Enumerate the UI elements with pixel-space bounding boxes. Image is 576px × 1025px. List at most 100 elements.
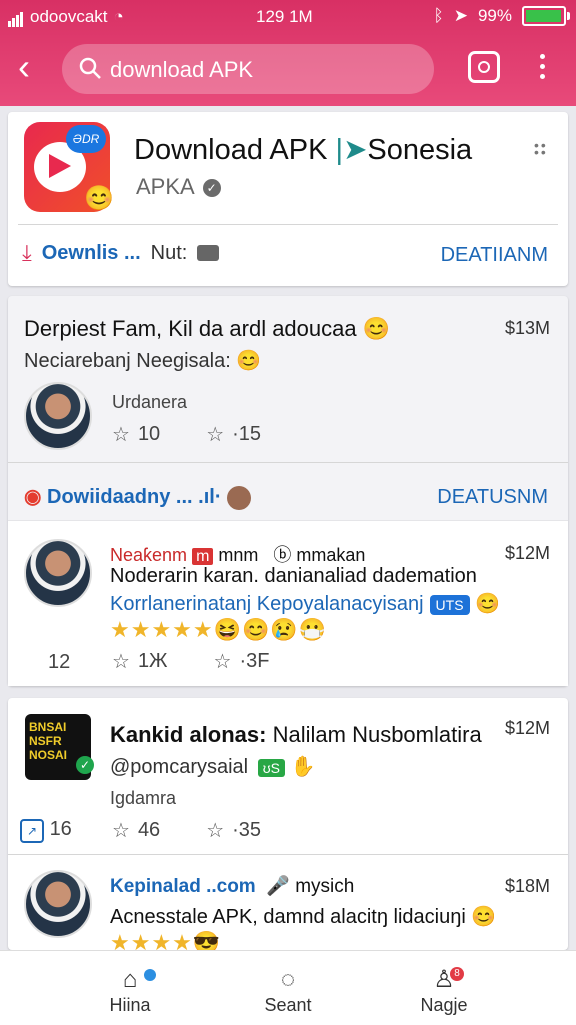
- star-icon: ☆: [213, 651, 232, 673]
- avatar[interactable]: [24, 382, 92, 450]
- post-card-1[interactable]: Derpiest Fam, Kil da ardl adoucaa 😊 $13M…: [8, 296, 568, 686]
- post-title: Kankid alonas: Nalilam Nusbomlatira: [110, 722, 482, 747]
- profile-badge: 8: [450, 967, 464, 981]
- post-author[interactable]: Kepinalad ..com 🎤 mysich: [110, 874, 354, 898]
- post-badge: ʊS: [257, 759, 285, 777]
- rating-stars: ★★★★★😆😊😢😷: [110, 617, 328, 642]
- hand-icon: ✋: [290, 756, 316, 778]
- search-nav-icon: ◌: [280, 966, 296, 993]
- smiley-icon: 😊: [84, 185, 114, 212]
- app-icon-badge: ƏDR: [66, 125, 106, 153]
- share-box-icon[interactable]: ↗: [20, 819, 44, 843]
- nav-search[interactable]: ◌ Seant: [228, 965, 348, 1016]
- nav-search-label: Seant: [264, 995, 312, 1015]
- post-stats: ☆ 10 ☆ ·15: [112, 422, 261, 447]
- nav-home[interactable]: ⌂ Hiina: [70, 965, 190, 1016]
- tag-icon: [197, 245, 220, 261]
- carrier-name: odoovcakt: [30, 7, 108, 26]
- like-stat[interactable]: ☆ 1Ж: [112, 649, 168, 674]
- like-stat[interactable]: ☆ 46: [112, 818, 160, 843]
- search-icon: [79, 57, 101, 79]
- reaction-icons: 😆😊😢😷: [213, 617, 328, 642]
- post-price: $18M: [504, 876, 550, 896]
- star-icon: ☆: [206, 424, 225, 446]
- next-label: Nut:: [150, 241, 188, 264]
- post-line-2: Korrlanerinatanj Kepoyalanacyisanj UTS 😊: [110, 593, 500, 615]
- share-stat[interactable]: ☆ ·3F: [214, 649, 270, 674]
- verified-icon: ✓: [202, 179, 221, 197]
- battery-icon: [522, 6, 570, 26]
- nav-profile-label: Nagje: [420, 995, 468, 1015]
- share-stat[interactable]: ☆ ·35: [206, 818, 261, 843]
- wifi-icon: ◔: [113, 7, 124, 26]
- search-input[interactable]: [108, 54, 412, 86]
- battery-percent: 99%: [477, 6, 512, 25]
- chart-icon: .ıl·: [198, 486, 222, 508]
- post-line-1: Noderarin karan. danianaliad dademation: [110, 565, 477, 587]
- location-icon: ➤: [453, 6, 468, 25]
- avatar-small: [227, 485, 252, 510]
- status-right: ᛒ ➤ 99%: [433, 6, 570, 26]
- app-actions-row: ⤓ Oewnlis ... Nut:: [22, 240, 220, 266]
- more-options-icon[interactable]: [540, 54, 546, 84]
- status-left: odoovcakt ◔: [8, 7, 124, 27]
- post-stats: ☆ 1Ж ☆ ·3F: [112, 649, 269, 674]
- post-price: $12M: [504, 543, 550, 563]
- divider: [8, 854, 568, 855]
- downloads-label[interactable]: Oewnlis ...: [42, 242, 141, 265]
- app-header: odoovcakt ◔ 129 1M ᛒ ➤ 99% ‹: [0, 0, 576, 106]
- post-tag: m: [192, 548, 214, 565]
- section-link[interactable]: DEATUSNM: [437, 486, 548, 509]
- post-subtitle: Neciarebanj Neegisala: 😊: [24, 350, 262, 372]
- like-stat[interactable]: ☆ 10: [112, 422, 160, 447]
- signal-icon: [8, 7, 24, 27]
- instagram-icon[interactable]: [468, 51, 500, 83]
- play-icon: [49, 154, 71, 178]
- section-label[interactable]: ◉ Dowiidaadny ... .ıl·: [24, 484, 252, 510]
- post-card-2[interactable]: Neaƙenm m mnm ⓑ mmakan $12M Noderarin ka…: [8, 521, 568, 686]
- post-count: ↗ 16: [20, 818, 72, 843]
- check-icon: ✓: [76, 756, 94, 774]
- profile-icon: ♙: [433, 966, 455, 993]
- app-icon: ƏDR 😊: [24, 122, 114, 212]
- bottom-navigation: ⌂ Hiina ◌ Seant ♙ 8 Nagje: [0, 950, 576, 1025]
- search-bar[interactable]: [62, 44, 434, 94]
- post-price: $12M: [504, 718, 550, 738]
- star-icon: ☆: [112, 651, 130, 673]
- app-developer: APKA ✓: [136, 174, 221, 200]
- post-line: Acnesstale APK, damnd alacitŋ lidaciuŋi …: [110, 906, 497, 928]
- app-card[interactable]: ƏDR 😊 Download APK |➤Sonesia APKA ✓ •• •• …: [8, 112, 568, 286]
- divider: [18, 224, 558, 225]
- avatar[interactable]: [24, 870, 92, 938]
- download-icon: ⤓: [22, 240, 32, 265]
- nav-home-label: Hiina: [109, 995, 151, 1015]
- star-icon: ☆: [206, 820, 225, 842]
- share-stat[interactable]: ☆ ·15: [206, 422, 261, 447]
- drag-handle-icon[interactable]: •• ••: [534, 138, 548, 159]
- bluetooth-icon: ᛒ: [433, 6, 444, 25]
- post-price: $13M: [504, 318, 550, 338]
- star-icon: ☆: [112, 424, 130, 446]
- top-toolbar: ‹: [0, 40, 576, 98]
- nav-profile[interactable]: ♙ 8 Nagje: [384, 965, 504, 1016]
- author-name[interactable]: Urdanera: [112, 392, 187, 413]
- detail-link[interactable]: DEATIIANM: [441, 244, 548, 267]
- post-stats: ☆ 46 ☆ ·35: [112, 818, 261, 843]
- status-bar: odoovcakt ◔ 129 1M ᛒ ➤ 99%: [0, 0, 576, 34]
- notification-dot: [144, 969, 156, 981]
- star-icon: ☆: [112, 820, 130, 842]
- post-handle: @pomcarysaial ʊS ✋: [110, 756, 316, 778]
- home-icon: ⌂: [122, 966, 138, 993]
- section-icon: ◉: [24, 486, 42, 508]
- post-card-3[interactable]: BNSAI NSFR NOSAI ✓ Kankid alonas: Nalila…: [8, 698, 568, 955]
- post-title: Derpiest Fam, Kil da ardl adoucaa 😊: [24, 316, 391, 341]
- post-badge: UTS: [429, 595, 470, 615]
- author-name[interactable]: Igdamra: [110, 788, 176, 809]
- avatar[interactable]: [24, 539, 92, 607]
- post-author[interactable]: Neaƙenm m mnm ⓑ mmakan: [110, 541, 365, 567]
- back-arrow-icon[interactable]: ‹: [18, 49, 48, 85]
- app-title: Download APK |➤Sonesia: [134, 134, 473, 166]
- post-count: 12: [48, 651, 71, 673]
- divider: [8, 462, 568, 463]
- status-time: 129 1M: [256, 7, 313, 26]
